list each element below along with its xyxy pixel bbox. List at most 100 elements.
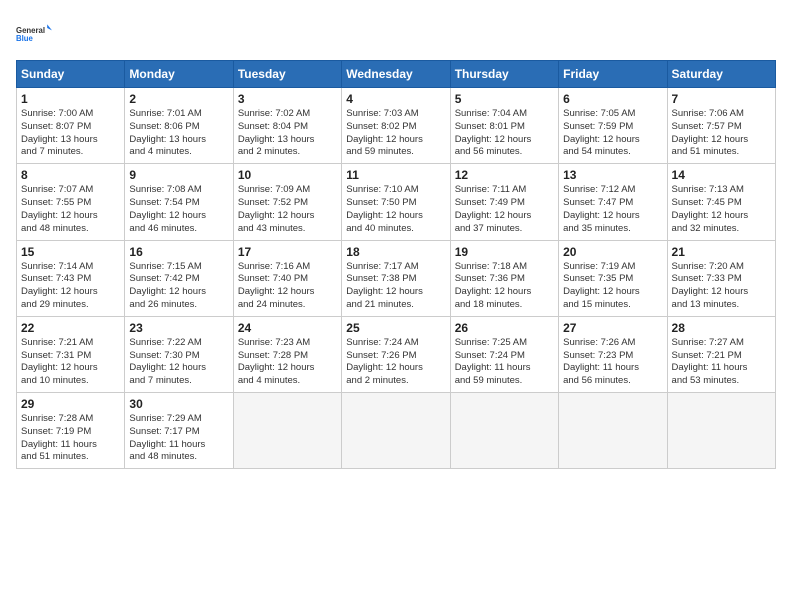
day-number: 10 [238, 168, 337, 182]
day-number: 23 [129, 321, 228, 335]
day-info: Sunrise: 7:24 AM Sunset: 7:26 PM Dayligh… [346, 337, 445, 388]
day-number: 20 [563, 245, 662, 259]
empty-cell [450, 393, 558, 469]
day-number: 1 [21, 92, 120, 106]
weekday-header-wednesday: Wednesday [342, 61, 450, 88]
day-number: 18 [346, 245, 445, 259]
day-info: Sunrise: 7:11 AM Sunset: 7:49 PM Dayligh… [455, 184, 554, 235]
day-number: 27 [563, 321, 662, 335]
day-info: Sunrise: 7:02 AM Sunset: 8:04 PM Dayligh… [238, 108, 337, 159]
day-info: Sunrise: 7:17 AM Sunset: 7:38 PM Dayligh… [346, 261, 445, 312]
calendar-week-2: 8 Sunrise: 7:07 AM Sunset: 7:55 PM Daylig… [17, 164, 776, 240]
day-number: 12 [455, 168, 554, 182]
day-number: 6 [563, 92, 662, 106]
day-info: Sunrise: 7:01 AM Sunset: 8:06 PM Dayligh… [129, 108, 228, 159]
calendar-day-6: 6 Sunrise: 7:05 AM Sunset: 7:59 PM Daylig… [559, 88, 667, 164]
weekday-header-sunday: Sunday [17, 61, 125, 88]
day-number: 11 [346, 168, 445, 182]
day-number: 2 [129, 92, 228, 106]
calendar-day-22: 22 Sunrise: 7:21 AM Sunset: 7:31 PM Dayli… [17, 316, 125, 392]
weekday-header-tuesday: Tuesday [233, 61, 341, 88]
calendar-day-28: 28 Sunrise: 7:27 AM Sunset: 7:21 PM Dayli… [667, 316, 775, 392]
day-number: 13 [563, 168, 662, 182]
calendar-day-24: 24 Sunrise: 7:23 AM Sunset: 7:28 PM Dayli… [233, 316, 341, 392]
calendar-day-20: 20 Sunrise: 7:19 AM Sunset: 7:35 PM Dayli… [559, 240, 667, 316]
day-info: Sunrise: 7:25 AM Sunset: 7:24 PM Dayligh… [455, 337, 554, 388]
page-header: General Blue [16, 16, 776, 52]
day-info: Sunrise: 7:13 AM Sunset: 7:45 PM Dayligh… [672, 184, 771, 235]
calendar-day-14: 14 Sunrise: 7:13 AM Sunset: 7:45 PM Dayli… [667, 164, 775, 240]
day-info: Sunrise: 7:18 AM Sunset: 7:36 PM Dayligh… [455, 261, 554, 312]
day-info: Sunrise: 7:15 AM Sunset: 7:42 PM Dayligh… [129, 261, 228, 312]
day-number: 29 [21, 397, 120, 411]
day-info: Sunrise: 7:00 AM Sunset: 8:07 PM Dayligh… [21, 108, 120, 159]
day-number: 24 [238, 321, 337, 335]
weekday-header-friday: Friday [559, 61, 667, 88]
calendar-day-3: 3Sunrise: 7:02 AM Sunset: 8:04 PM Daylig… [233, 88, 341, 164]
calendar-day-9: 9 Sunrise: 7:08 AM Sunset: 7:54 PM Daylig… [125, 164, 233, 240]
day-number: 15 [21, 245, 120, 259]
day-info: Sunrise: 7:08 AM Sunset: 7:54 PM Dayligh… [129, 184, 228, 235]
day-number: 26 [455, 321, 554, 335]
day-info: Sunrise: 7:20 AM Sunset: 7:33 PM Dayligh… [672, 261, 771, 312]
empty-cell [342, 393, 450, 469]
calendar-day-12: 12 Sunrise: 7:11 AM Sunset: 7:49 PM Dayli… [450, 164, 558, 240]
calendar-day-15: 15 Sunrise: 7:14 AM Sunset: 7:43 PM Dayli… [17, 240, 125, 316]
calendar-day-8: 8 Sunrise: 7:07 AM Sunset: 7:55 PM Daylig… [17, 164, 125, 240]
day-info: Sunrise: 7:27 AM Sunset: 7:21 PM Dayligh… [672, 337, 771, 388]
calendar-day-11: 11Sunrise: 7:10 AM Sunset: 7:50 PM Dayli… [342, 164, 450, 240]
calendar-week-5: 29Sunrise: 7:28 AM Sunset: 7:19 PM Dayli… [17, 393, 776, 469]
calendar-day-16: 16Sunrise: 7:15 AM Sunset: 7:42 PM Dayli… [125, 240, 233, 316]
day-number: 30 [129, 397, 228, 411]
weekday-header-thursday: Thursday [450, 61, 558, 88]
calendar-day-27: 27Sunrise: 7:26 AM Sunset: 7:23 PM Dayli… [559, 316, 667, 392]
day-number: 9 [129, 168, 228, 182]
calendar-day-18: 18 Sunrise: 7:17 AM Sunset: 7:38 PM Dayli… [342, 240, 450, 316]
calendar-day-10: 10 Sunrise: 7:09 AM Sunset: 7:52 PM Dayli… [233, 164, 341, 240]
day-number: 5 [455, 92, 554, 106]
day-info: Sunrise: 7:19 AM Sunset: 7:35 PM Dayligh… [563, 261, 662, 312]
day-info: Sunrise: 7:21 AM Sunset: 7:31 PM Dayligh… [21, 337, 120, 388]
calendar-day-19: 19 Sunrise: 7:18 AM Sunset: 7:36 PM Dayli… [450, 240, 558, 316]
calendar-day-26: 26 Sunrise: 7:25 AM Sunset: 7:24 PM Dayli… [450, 316, 558, 392]
day-info: Sunrise: 7:04 AM Sunset: 8:01 PM Dayligh… [455, 108, 554, 159]
day-number: 21 [672, 245, 771, 259]
calendar-week-1: 1 Sunrise: 7:00 AM Sunset: 8:07 PM Daylig… [17, 88, 776, 164]
day-info: Sunrise: 7:22 AM Sunset: 7:30 PM Dayligh… [129, 337, 228, 388]
day-info: Sunrise: 7:06 AM Sunset: 7:57 PM Dayligh… [672, 108, 771, 159]
day-info: Sunrise: 7:23 AM Sunset: 7:28 PM Dayligh… [238, 337, 337, 388]
calendar-day-29: 29Sunrise: 7:28 AM Sunset: 7:19 PM Dayli… [17, 393, 125, 469]
day-number: 8 [21, 168, 120, 182]
day-number: 25 [346, 321, 445, 335]
weekday-header-row: SundayMondayTuesdayWednesdayThursdayFrid… [17, 61, 776, 88]
calendar-day-17: 17 Sunrise: 7:16 AM Sunset: 7:40 PM Dayli… [233, 240, 341, 316]
day-number: 4 [346, 92, 445, 106]
empty-cell [667, 393, 775, 469]
day-info: Sunrise: 7:12 AM Sunset: 7:47 PM Dayligh… [563, 184, 662, 235]
empty-cell [559, 393, 667, 469]
calendar-day-1: 1 Sunrise: 7:00 AM Sunset: 8:07 PM Daylig… [17, 88, 125, 164]
calendar-day-5: 5 Sunrise: 7:04 AM Sunset: 8:01 PM Daylig… [450, 88, 558, 164]
weekday-header-saturday: Saturday [667, 61, 775, 88]
day-number: 22 [21, 321, 120, 335]
empty-cell [233, 393, 341, 469]
day-number: 17 [238, 245, 337, 259]
day-info: Sunrise: 7:16 AM Sunset: 7:40 PM Dayligh… [238, 261, 337, 312]
calendar-week-3: 15 Sunrise: 7:14 AM Sunset: 7:43 PM Dayli… [17, 240, 776, 316]
day-number: 19 [455, 245, 554, 259]
svg-text:General: General [16, 26, 45, 35]
day-number: 14 [672, 168, 771, 182]
day-info: Sunrise: 7:09 AM Sunset: 7:52 PM Dayligh… [238, 184, 337, 235]
calendar-day-21: 21 Sunrise: 7:20 AM Sunset: 7:33 PM Dayli… [667, 240, 775, 316]
day-info: Sunrise: 7:07 AM Sunset: 7:55 PM Dayligh… [21, 184, 120, 235]
logo: General Blue [16, 16, 52, 52]
logo-svg: General Blue [16, 16, 52, 52]
day-info: Sunrise: 7:03 AM Sunset: 8:02 PM Dayligh… [346, 108, 445, 159]
day-info: Sunrise: 7:14 AM Sunset: 7:43 PM Dayligh… [21, 261, 120, 312]
day-info: Sunrise: 7:05 AM Sunset: 7:59 PM Dayligh… [563, 108, 662, 159]
calendar-day-25: 25 Sunrise: 7:24 AM Sunset: 7:26 PM Dayli… [342, 316, 450, 392]
calendar-day-13: 13 Sunrise: 7:12 AM Sunset: 7:47 PM Dayli… [559, 164, 667, 240]
calendar-day-23: 23 Sunrise: 7:22 AM Sunset: 7:30 PM Dayli… [125, 316, 233, 392]
weekday-header-monday: Monday [125, 61, 233, 88]
day-number: 28 [672, 321, 771, 335]
